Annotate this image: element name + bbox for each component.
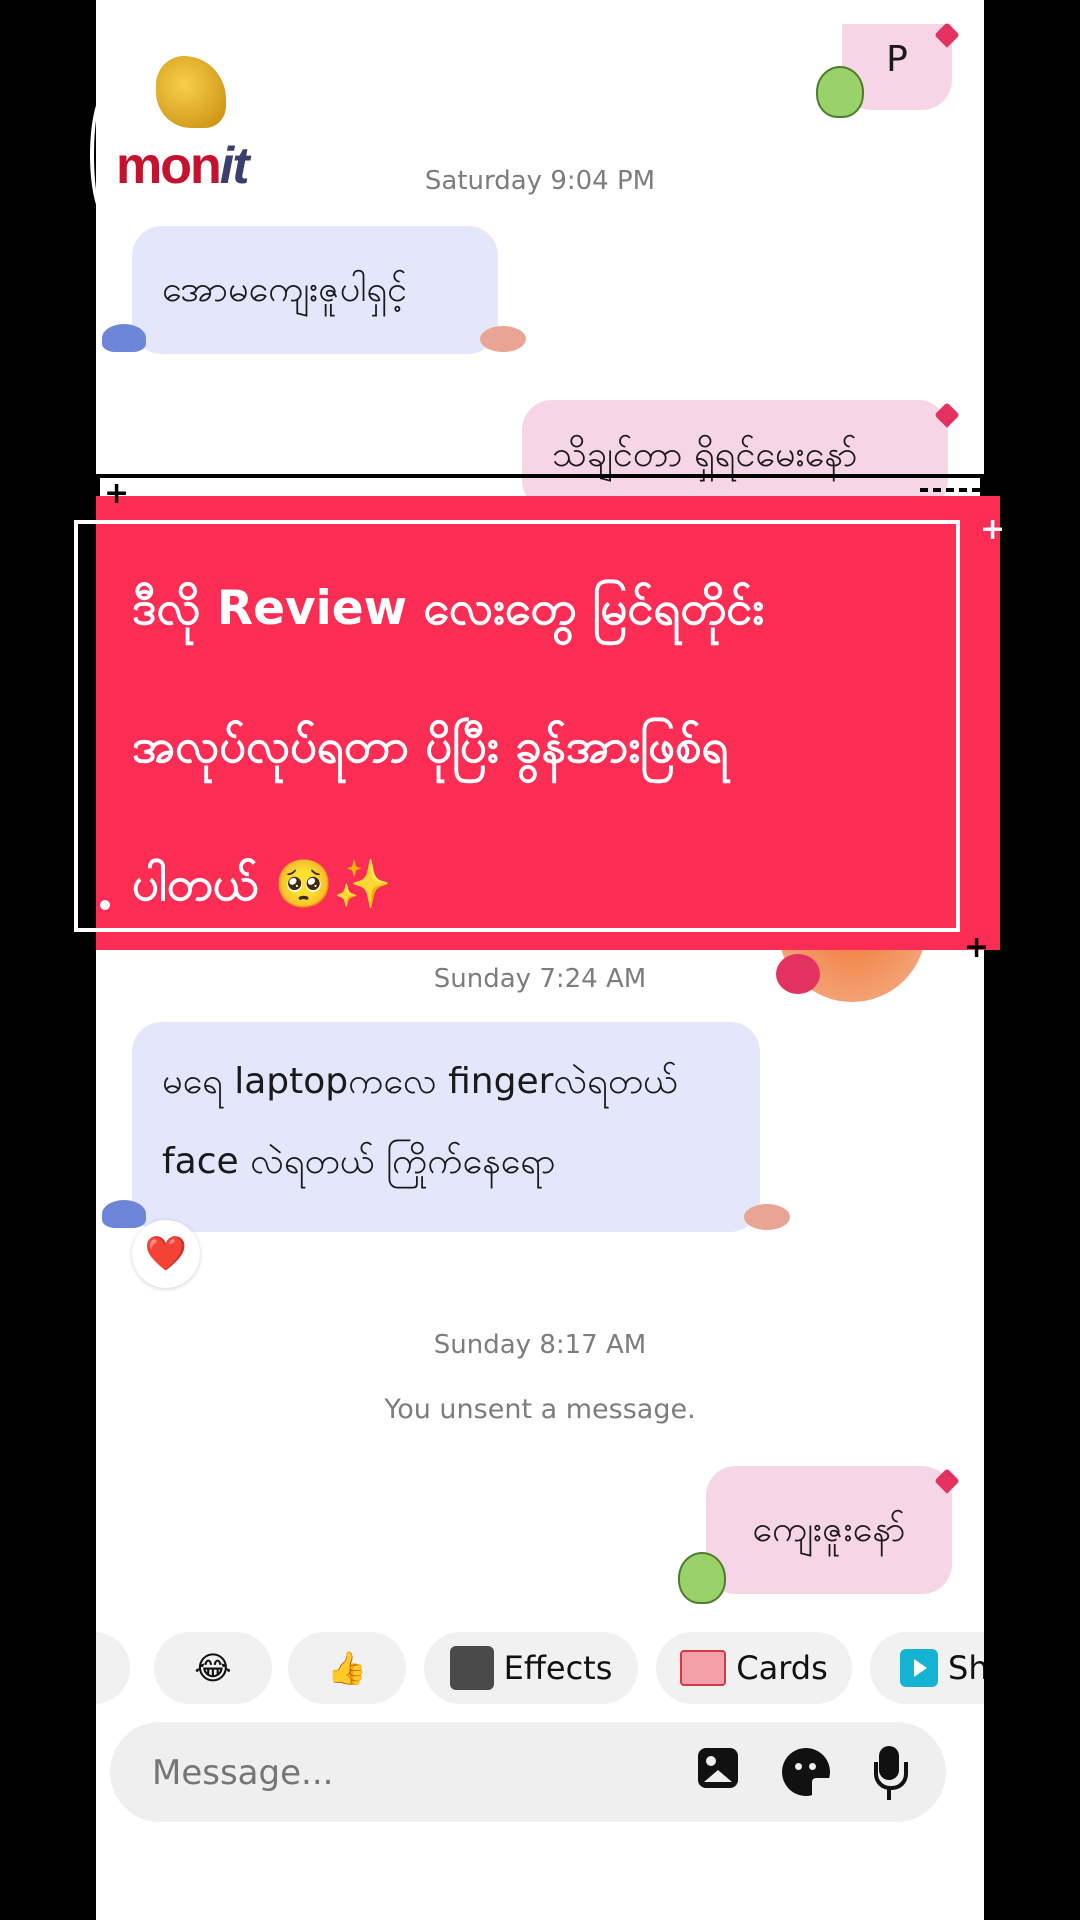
banner-line: ပါတယ် 🥺✨ (132, 857, 392, 912)
banner-text: ဒီလို Review လေးတွေ မြင်ရတိုင်း အလုပ်လုပ… (132, 540, 952, 954)
microphone-icon[interactable] (874, 1746, 908, 1800)
message-composer (110, 1722, 946, 1822)
heart-reaction-icon: ❤️ (144, 1234, 188, 1274)
sticker-icon[interactable] (782, 1748, 830, 1796)
laugh-emoji-icon: 😂 (194, 1649, 232, 1687)
promo-banner: ဒီလို Review လေးတွေ မြင်ရတိုင်း အလုပ်လုပ… (74, 496, 1000, 950)
gift-card-icon (680, 1650, 727, 1686)
banner-line: ဒီလို Review လေးတွေ မြင်ရတိုင်း (132, 581, 765, 636)
timestamp: Sunday 7:24 AM (433, 964, 647, 994)
shark-sticker-icon (102, 1200, 146, 1228)
logo-circle-edge (90, 90, 124, 220)
plus-decoration-icon: + (980, 512, 1006, 547)
zigzag-decoration-icon (96, 942, 156, 956)
gallery-icon[interactable] (698, 1748, 738, 1788)
message-bubble-incoming[interactable]: အောမကျေးဇူပါရှင့် (132, 226, 498, 354)
bottom-safe-area (96, 1840, 984, 1920)
bird-emblem-icon (156, 56, 226, 128)
cards-label: Cards (736, 1649, 828, 1687)
chat-screen: P monit Saturday 9:04 PM အောမကျေးဇူပါရှင… (96, 0, 984, 1920)
unsent-notice: You unsent a message. (384, 1394, 696, 1425)
mouse-sticker-icon (744, 1204, 790, 1230)
reaction-badge[interactable]: ❤️ (132, 1220, 200, 1288)
effects-icon (449, 1646, 494, 1690)
banner-black-frame (96, 474, 984, 498)
mouse-sticker-icon (480, 326, 526, 352)
message-bubble-incoming[interactable]: မရေ laptopကလေ fingerလဲရတယ် face လဲရတယ် က… (132, 1022, 760, 1232)
timestamp: Saturday 9:04 PM (424, 166, 656, 196)
dot-decoration-icon (100, 900, 110, 910)
timestamp: Sunday 8:17 AM (433, 1330, 647, 1360)
thumbs-up-emoji-icon: 👍 (327, 1649, 367, 1687)
thumbs-up-reaction-button[interactable]: 👍 (288, 1632, 406, 1704)
message-input[interactable] (150, 1746, 634, 1800)
effects-label: Effects (503, 1649, 613, 1687)
plus-decoration-icon: + (104, 476, 130, 511)
message-text: ကျေးဇူးနော် (752, 1509, 906, 1550)
frog-sticker-icon (816, 66, 864, 118)
message-bubble-outgoing[interactable]: ကျေးဇူးနော် (706, 1466, 952, 1594)
shark-sticker-icon (102, 324, 146, 352)
play-icon (900, 1649, 938, 1687)
zigzag-decoration-icon (920, 488, 980, 506)
message-text: P (886, 39, 908, 80)
effects-button[interactable]: Effects (424, 1632, 638, 1704)
message-text: သိချင်တာ ရှိရင်မေးနော် (552, 434, 858, 475)
message-text-line: face လဲရတယ် ကြိုက်နေရော (162, 1141, 556, 1182)
share-button[interactable]: Sh (870, 1632, 984, 1704)
quick-reaction-partial[interactable] (96, 1632, 130, 1704)
cards-button[interactable]: Cards (656, 1632, 852, 1704)
banner-line: အလုပ်လုပ်ရတာ ပိုပြီး ခွန်အားဖြစ်ရ (132, 719, 729, 774)
frog-sticker-icon (678, 1552, 726, 1604)
share-label: Sh (948, 1649, 984, 1687)
message-text: အောမကျေးဇူပါရှင့် (162, 269, 407, 310)
plus-decoration-icon: + (964, 930, 990, 965)
laugh-reaction-button[interactable]: 😂 (154, 1632, 272, 1704)
message-text-line: မရေ laptopကလေ fingerလဲရတယ် (162, 1061, 678, 1102)
